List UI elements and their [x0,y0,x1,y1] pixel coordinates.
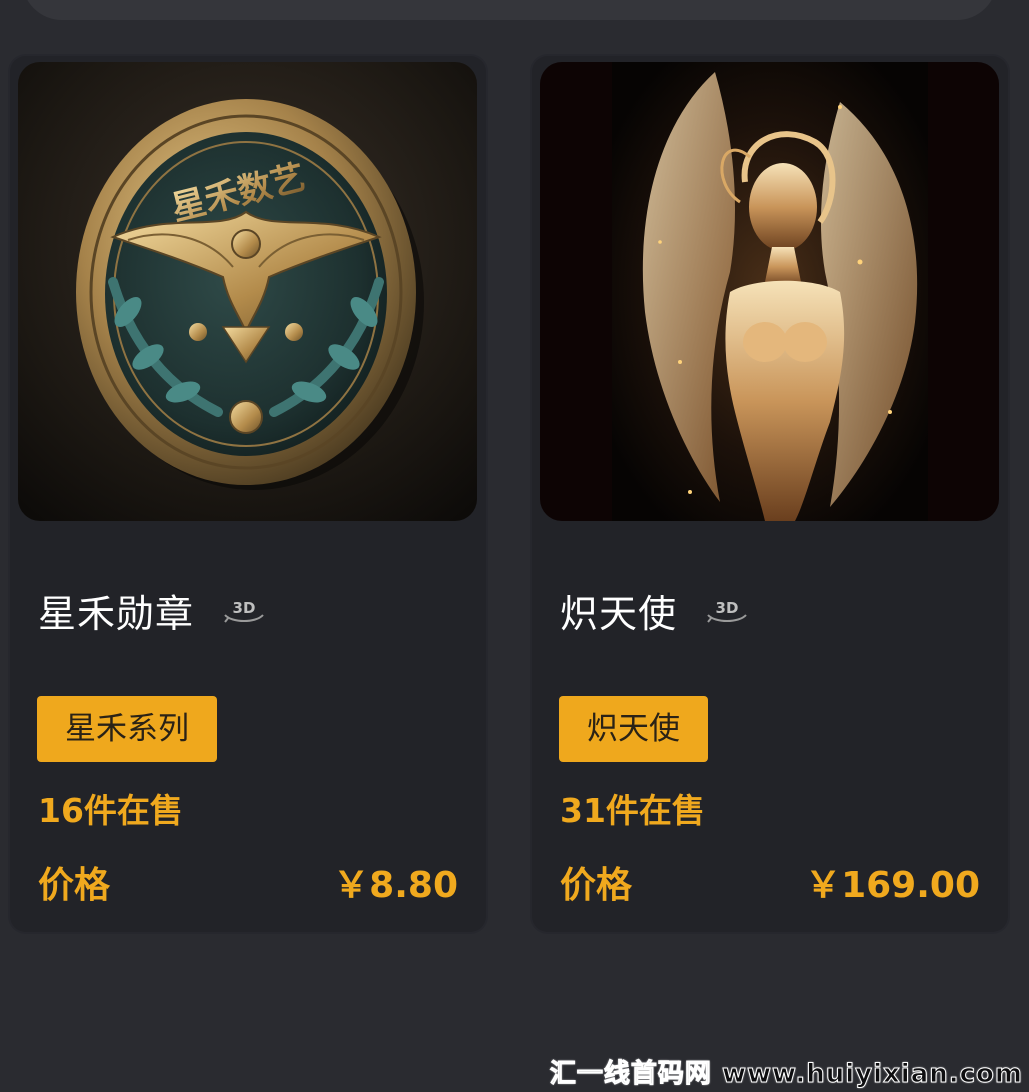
title-row: 星禾勋章 3D [38,583,266,638]
price-value: ￥169.00 [805,865,980,906]
price-label: 价格 [38,865,111,906]
price-label: 价格 [560,865,633,906]
product-title: 星禾勋章 [38,592,195,636]
3d-badge-text: 3D [233,599,256,617]
coin-medal-art: 星禾数艺 [18,62,477,521]
product-title: 炽天使 [560,592,678,636]
3d-badge-icon: 3D [224,599,264,623]
coin-medal-image: 星禾数艺 [18,62,477,521]
watermark-text: 汇一线首码网 www.huiyixian.com [549,1059,1023,1090]
on-sale-count: 16件在售 [38,791,183,830]
title-row: 炽天使 3D [560,583,749,638]
series-tag[interactable]: 星禾系列 [37,696,217,762]
angel-art [540,62,999,521]
3d-badge-icon: 3D [707,599,747,623]
product-card[interactable]: 炽天使 3D 炽天使 31件在售 价格 ￥169.00 [532,56,1008,932]
golden-angel-image [540,62,999,521]
series-tag[interactable]: 炽天使 [559,696,708,762]
product-card[interactable]: 星禾数艺 星禾勋章 3D 星禾系列 16件在售 价格 ￥8.80 [10,56,486,932]
top-bar [22,0,997,20]
3d-badge-text: 3D [716,599,739,617]
price-value: ￥8.80 [333,865,458,906]
on-sale-count: 31件在售 [560,791,705,830]
